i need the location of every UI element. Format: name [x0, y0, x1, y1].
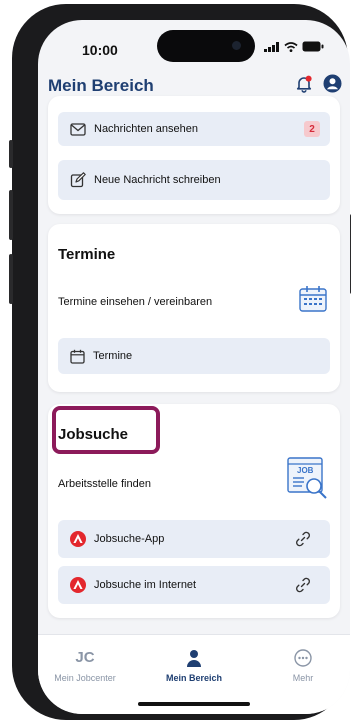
jobsearch-app-label: Jobsuche-App	[94, 533, 165, 545]
envelope-icon	[70, 122, 86, 136]
signal-icon	[264, 41, 279, 52]
link-icon	[296, 577, 310, 593]
person-icon	[187, 650, 201, 667]
dynamic-island	[157, 30, 255, 62]
view-messages-label: Nachrichten ansehen	[94, 123, 198, 135]
status-icons	[264, 41, 324, 52]
appointments-title: Termine	[58, 246, 116, 263]
jobsearch-app-link[interactable]: Jobsuche-App	[58, 520, 330, 558]
jobsuche-highlight-frame	[52, 406, 160, 454]
tab-mein-bereich-label: Mein Bereich	[165, 673, 223, 683]
compose-message-label: Neue Nachricht schreiben	[94, 174, 221, 186]
home-indicator	[138, 702, 250, 706]
appointments-button[interactable]: Termine	[58, 338, 330, 374]
agentur-logo-icon	[70, 531, 86, 547]
tab-mein-jobcenter-label: Mein Jobcenter	[54, 673, 116, 683]
pencil-icon	[70, 172, 86, 188]
job-illustration-icon: JOB	[286, 456, 330, 500]
page-title: Mein Bereich	[48, 76, 154, 95]
tab-mein-bereich[interactable]: Mein Bereich	[149, 649, 239, 683]
appointments-card: Termine Termine einsehen / vereinbaren T…	[48, 224, 340, 392]
unread-badge: 2	[304, 121, 320, 137]
volume-down-button	[9, 254, 13, 304]
jobsearch-web-label: Jobsuche im Internet	[94, 579, 197, 591]
screen: 10:00 Mein Bereich Nachrichten ansehen 2…	[38, 20, 350, 714]
compose-message-button[interactable]: Neue Nachricht schreiben	[58, 160, 330, 200]
view-messages-button[interactable]: Nachrichten ansehen 2	[58, 112, 330, 146]
jobcenter-logo-icon: JC	[75, 649, 95, 666]
status-time: 10:00	[82, 42, 118, 58]
volume-up-button	[9, 190, 13, 240]
messages-card: Nachrichten ansehen 2 Neue Nachricht sch…	[48, 96, 340, 214]
camera-dot	[232, 41, 241, 50]
account-icon[interactable]	[323, 74, 342, 93]
tab-mehr-label: Mehr	[292, 673, 314, 683]
agentur-logo-icon	[70, 577, 86, 593]
appointments-button-label: Termine	[93, 350, 133, 362]
link-icon	[296, 531, 310, 547]
wifi-icon	[284, 41, 298, 52]
bell-icon[interactable]	[295, 75, 313, 93]
tab-mein-jobcenter[interactable]: JC Mein Jobcenter	[40, 649, 130, 683]
calendar-icon	[70, 349, 85, 364]
calendar-illustration-icon	[299, 286, 327, 312]
phone-frame: 10:00 Mein Bereich Nachrichten ansehen 2…	[9, 4, 351, 720]
job-illustration-label: JOB	[297, 466, 314, 475]
jobsearch-subtitle: Arbeitsstelle finden	[58, 478, 151, 490]
tab-mehr[interactable]: Mehr	[258, 649, 348, 683]
mute-switch	[9, 140, 13, 168]
more-icon	[294, 649, 312, 667]
battery-icon	[302, 41, 324, 52]
jobsearch-web-link[interactable]: Jobsuche im Internet	[58, 566, 330, 604]
appointments-subtitle: Termine einsehen / vereinbaren	[58, 296, 213, 308]
header-actions	[295, 74, 342, 93]
